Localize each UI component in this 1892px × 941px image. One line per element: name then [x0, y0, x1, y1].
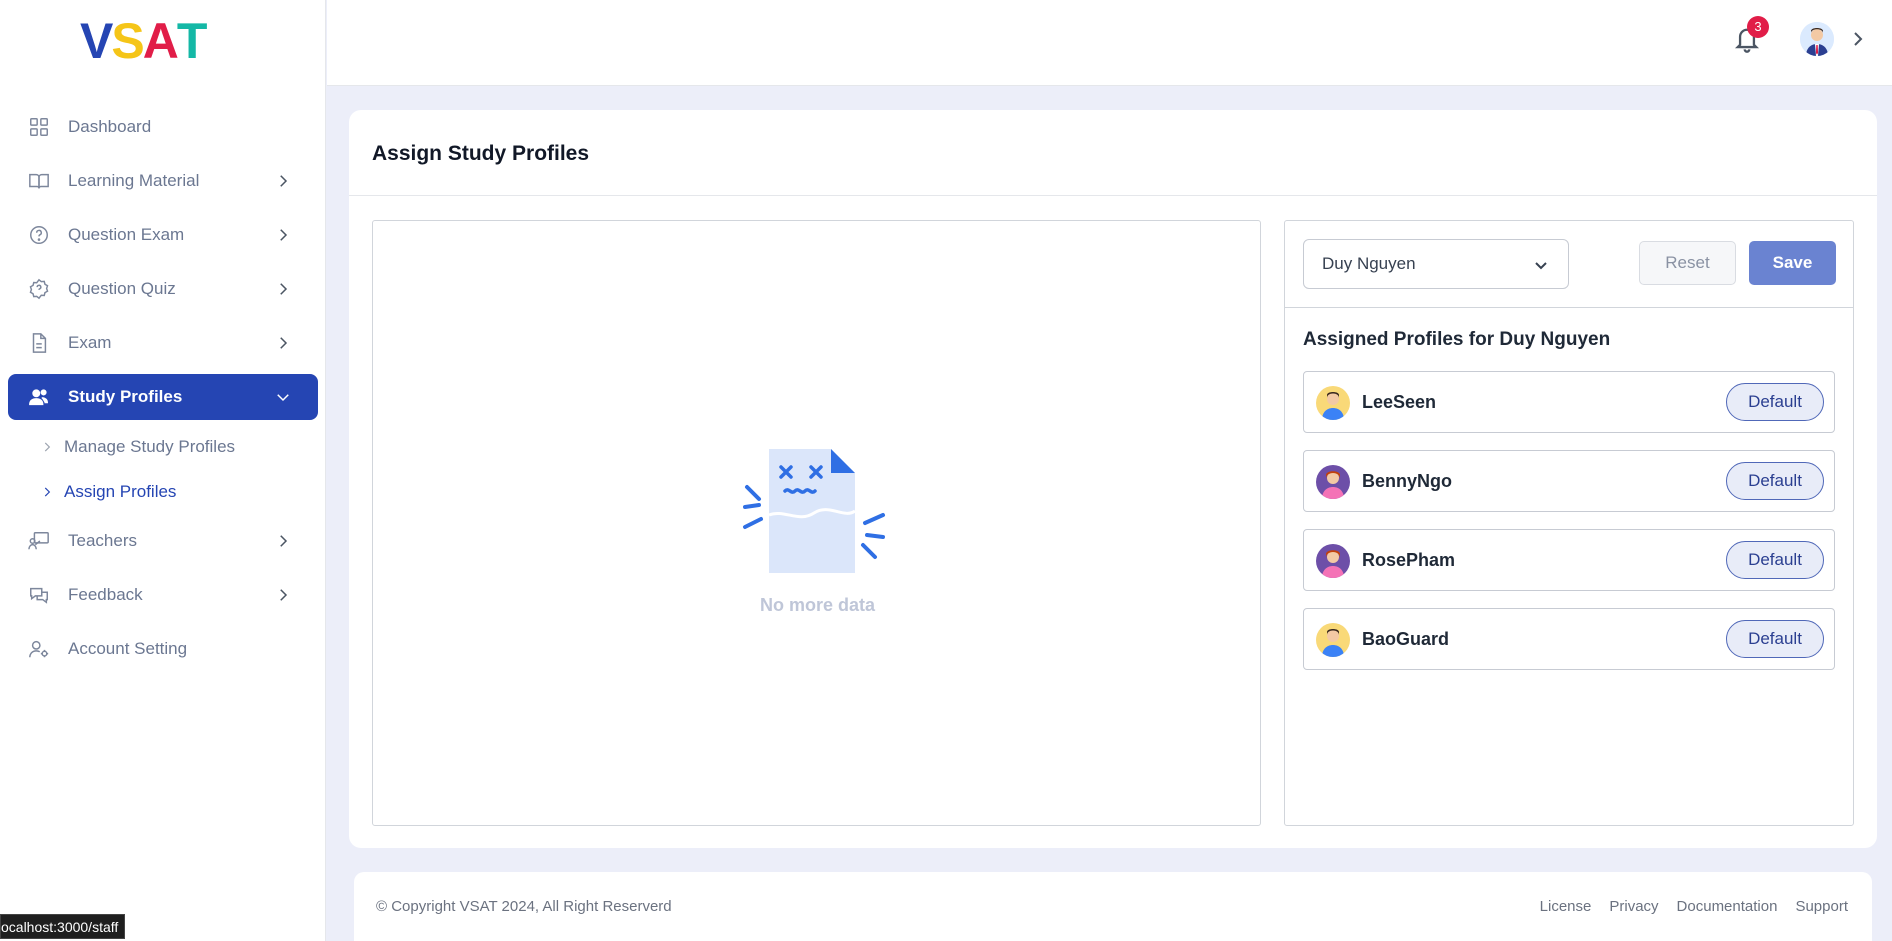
default-button[interactable]: Default — [1726, 383, 1824, 421]
divider — [349, 195, 1877, 196]
logo-letter: S — [111, 13, 144, 69]
empty-document-icon — [741, 445, 891, 575]
chevron-right-icon — [44, 442, 51, 451]
chevron-down-icon — [1535, 262, 1547, 270]
chat-icon — [28, 584, 50, 606]
logo-letter: A — [142, 13, 179, 69]
divider — [1285, 307, 1853, 308]
chevron-right-icon — [274, 334, 292, 352]
sidebar-subitem-assign-profiles[interactable]: Assign Profiles — [0, 469, 326, 514]
chevron-right-icon — [274, 280, 292, 298]
footer-link-support[interactable]: Support — [1795, 898, 1848, 915]
sidebar-item-question-exam[interactable]: Question Exam — [0, 208, 326, 262]
logo-letter: V — [80, 13, 113, 69]
profile-name: BennyNgo — [1362, 471, 1452, 491]
book-icon — [28, 170, 50, 192]
sidebar-item-exam[interactable]: Exam — [0, 316, 326, 370]
sidebar-item-label: Question Quiz — [68, 279, 176, 298]
profile-avatar — [1316, 386, 1350, 420]
profile-row[interactable]: BennyNgo Default — [1303, 450, 1835, 512]
logo-letter: T — [176, 13, 208, 69]
default-button[interactable]: Default — [1726, 620, 1824, 658]
sidebar-item-account-setting[interactable]: Account Setting — [0, 622, 326, 676]
empty-state-text: No more data — [759, 595, 876, 615]
assigned-profiles-title: Assigned Profiles for Duy Nguyen — [1303, 329, 1611, 350]
top-header: 3 — [327, 0, 1892, 86]
sidebar-item-dashboard[interactable]: Dashboard — [0, 100, 326, 154]
assign-profiles-card: Assign Study Profiles No more data Duy N… — [349, 110, 1877, 848]
sidebar-item-teachers[interactable]: Teachers — [0, 514, 326, 568]
profile-avatar — [1316, 544, 1350, 578]
profile-name: LeeSeen — [1362, 392, 1437, 412]
profile-row[interactable]: BaoGuard Default — [1303, 608, 1835, 670]
available-profiles-panel: No more data — [372, 220, 1261, 826]
footer: © Copyright VSAT 2024, All Right Reserve… — [354, 872, 1872, 941]
default-button[interactable]: Default — [1726, 462, 1824, 500]
assigned-profiles-panel: Duy Nguyen Reset Save Assigned Profiles … — [1284, 220, 1854, 826]
teacher-icon — [28, 530, 50, 552]
save-button[interactable]: Save — [1749, 241, 1836, 285]
chevron-right-icon[interactable] — [1851, 31, 1865, 47]
profile-avatar — [1316, 465, 1350, 499]
user-select-value: Duy Nguyen — [1322, 254, 1416, 273]
chevron-down-icon — [274, 388, 292, 406]
sidebar-item-label: Account Setting — [68, 639, 188, 658]
quiz-icon — [28, 278, 50, 300]
question-circle-icon — [28, 224, 50, 246]
status-bar-url: ocalhost:3000/staff — [0, 914, 126, 939]
page-title: Assign Study Profiles — [372, 142, 590, 165]
sidebar: VSAT Dashboard Learning Material Questio… — [0, 0, 326, 941]
grid-icon — [28, 116, 50, 138]
profile-row[interactable]: LeeSeen Default — [1303, 371, 1835, 433]
user-gear-icon — [28, 638, 50, 660]
sidebar-subitem-label: Assign Profiles — [64, 481, 177, 501]
sidebar-item-label: Teachers — [68, 531, 137, 550]
chevron-right-icon — [44, 487, 51, 496]
document-icon — [28, 332, 50, 354]
user-select[interactable]: Duy Nguyen — [1303, 239, 1569, 289]
sidebar-item-learning-material[interactable]: Learning Material — [0, 154, 326, 208]
vsat-logo[interactable]: VSAT — [80, 16, 240, 66]
sidebar-nav: Dashboard Learning Material Question Exa… — [0, 100, 326, 676]
footer-link-license[interactable]: License — [1540, 898, 1592, 915]
default-button[interactable]: Default — [1726, 541, 1824, 579]
sidebar-item-label: Learning Material — [68, 171, 200, 190]
reset-button[interactable]: Reset — [1639, 241, 1736, 285]
chevron-right-icon — [274, 172, 292, 190]
sidebar-item-study-profiles[interactable]: Study Profiles — [8, 374, 318, 420]
chevron-right-icon — [274, 586, 292, 604]
sidebar-subitem-label: Manage Study Profiles — [64, 436, 236, 456]
sidebar-item-label: Feedback — [68, 585, 143, 604]
sidebar-subitem-manage-study-profiles[interactable]: Manage Study Profiles — [0, 424, 326, 469]
user-avatar[interactable] — [1800, 22, 1834, 56]
profile-row[interactable]: RosePham Default — [1303, 529, 1835, 591]
footer-link-privacy[interactable]: Privacy — [1609, 898, 1658, 915]
sidebar-item-label: Dashboard — [68, 117, 152, 136]
sidebar-item-label: Question Exam — [68, 225, 185, 244]
copyright-text: © Copyright VSAT 2024, All Right Reserve… — [376, 898, 672, 915]
chevron-right-icon — [274, 226, 292, 244]
profile-name: BaoGuard — [1362, 629, 1450, 649]
sidebar-item-label: Exam — [68, 333, 112, 352]
footer-link-documentation[interactable]: Documentation — [1677, 898, 1778, 915]
profile-name: RosePham — [1362, 550, 1456, 570]
profile-avatar — [1316, 623, 1350, 657]
chevron-right-icon — [274, 532, 292, 550]
sidebar-item-label: Study Profiles — [68, 387, 183, 406]
sidebar-item-question-quiz[interactable]: Question Quiz — [0, 262, 326, 316]
notification-count-badge: 3 — [1747, 16, 1769, 38]
sidebar-item-feedback[interactable]: Feedback — [0, 568, 326, 622]
footer-links: License Privacy Documentation Support — [1540, 898, 1848, 915]
users-icon — [28, 386, 50, 408]
